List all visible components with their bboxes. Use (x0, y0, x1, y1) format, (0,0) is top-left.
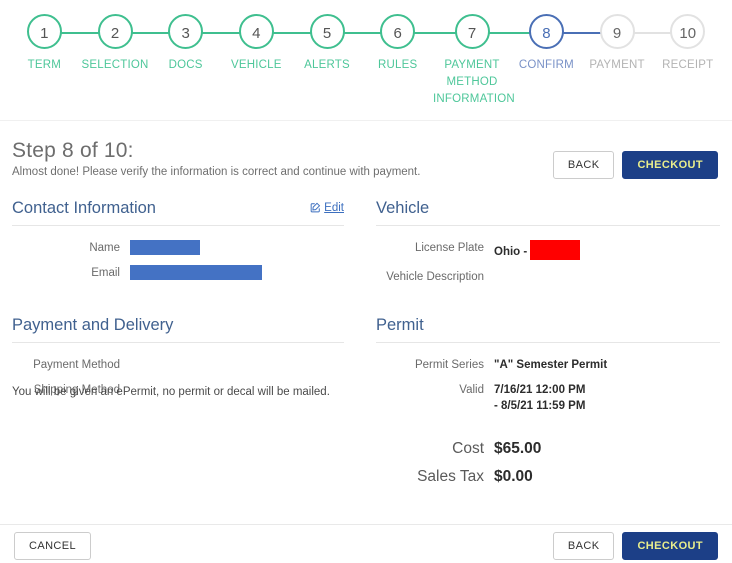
permit-valid-value: 7/16/21 12:00 PM - 8/5/21 11:59 PM (494, 384, 586, 412)
stepper-circle-3: 3 (168, 14, 204, 49)
stepper-step-8[interactable]: 8 CONFIRM (511, 14, 618, 108)
permit-section: Permit Permit Series "A" Semester Permit… (366, 316, 720, 493)
stepper-circle-7: 7 (454, 14, 490, 49)
stepper-step-5[interactable]: 5 ALERTS (292, 14, 398, 108)
header-back-button[interactable]: BACK (552, 151, 615, 179)
vehicle-section: Vehicle License Plate Ohio - Vehicle Des… (366, 199, 720, 294)
payment-delivery-section-header: Payment and Delivery (12, 316, 344, 343)
stepper-step-3[interactable]: 3 DOCS (150, 14, 257, 108)
footer-action-bar: CANCEL BACK CHECKOUT (0, 524, 732, 563)
stepper-circle-6: 6 (380, 14, 416, 49)
contact-email-value (130, 265, 262, 281)
stepper-label-5: ALERTS (304, 59, 350, 71)
page-header: Step 8 of 10: Almost done! Please verify… (0, 121, 732, 199)
license-plate-redaction-box (530, 240, 581, 260)
stepper-step-9[interactable]: 9 PAYMENT (582, 14, 688, 108)
email-redaction-box (130, 265, 262, 281)
permit-series-value: "A" Semester Permit (494, 359, 608, 371)
shipping-method-note: You will be given an ePermit, no permit … (12, 386, 330, 398)
stepper-step-1[interactable]: 1 TERM (9, 14, 115, 108)
summary-row-bottom: Payment and Delivery Payment Method Ship… (12, 316, 720, 493)
permit-sales-tax-row: Sales Tax $0.00 (376, 465, 720, 489)
payment-method-row: Payment Method (12, 357, 344, 373)
footer-right-actions: BACK CHECKOUT (552, 532, 718, 560)
permit-valid-row: Valid 7/16/21 12:00 PM - 8/5/21 11:59 PM (376, 382, 720, 414)
main-content: Contact Information Edit Name Email Vehi… (0, 199, 732, 493)
permit-series-label: Permit Series (414, 359, 484, 371)
stepper-step-2[interactable]: 2 SELECTION (80, 14, 186, 108)
header-actions: BACK CHECKOUT (552, 151, 718, 179)
edit-square-icon (310, 202, 321, 216)
stepper-circle-10: 10 (670, 14, 706, 49)
license-plate-label: License Plate (414, 242, 484, 254)
stepper-circle-4: 4 (238, 14, 274, 49)
stepper-label-9: PAYMENT (589, 59, 645, 71)
payment-delivery-section: Payment and Delivery Payment Method Ship… (12, 316, 366, 493)
license-plate-value: Ohio - (494, 240, 581, 260)
contact-name-row: Name (12, 240, 344, 256)
permit-valid-label: Valid (459, 384, 484, 396)
stepper-circle-9: 9 (599, 14, 635, 49)
permit-sales-tax-label: Sales Tax (417, 468, 484, 485)
stepper-step-10[interactable]: 10 RECEIPT (652, 14, 723, 108)
contact-information-section: Contact Information Edit Name Email (12, 199, 366, 294)
vehicle-section-header: Vehicle (376, 199, 720, 226)
contact-name-label: Name (89, 242, 120, 254)
header-checkout-button[interactable]: CHECKOUT (622, 151, 718, 179)
license-plate-row: License Plate Ohio - (376, 240, 720, 260)
stepper-label-7: PAYMENT METHOD INFORMATION (433, 59, 515, 105)
name-redaction-box (130, 240, 200, 256)
license-plate-state: Ohio - (494, 246, 528, 258)
payment-delivery-section-title: Payment and Delivery (12, 316, 174, 334)
vehicle-description-row: Vehicle Description (376, 269, 720, 285)
stepper-track: 1 TERM 2 SELECTION 3 DOCS 4 VEHICLE 5 ALERTS 6 RULE… (9, 14, 723, 108)
stepper-label-6: RULES (378, 59, 418, 71)
permit-series-row: Permit Series "A" Semester Permit (376, 357, 720, 373)
vehicle-section-title: Vehicle (376, 199, 430, 217)
vehicle-description-label: Vehicle Description (386, 271, 484, 283)
permit-cost-row: Cost $65.00 (376, 437, 720, 461)
stepper-label-1: TERM (27, 59, 62, 71)
footer-checkout-button[interactable]: CHECKOUT (622, 532, 718, 560)
permit-cost-label: Cost (452, 440, 484, 457)
stepper-circle-8: 8 (528, 14, 564, 49)
shipping-method-row: Shipping Method You will be given an ePe… (12, 382, 344, 398)
footer-cancel-button[interactable]: CANCEL (14, 532, 92, 560)
stepper-label-3: DOCS (168, 59, 203, 71)
contact-edit-label: Edit (324, 202, 344, 214)
stepper-label-10: RECEIPT (662, 59, 714, 71)
stepper-step-6[interactable]: 6 RULES (362, 14, 469, 108)
stepper-circle-2: 2 (97, 14, 133, 49)
stepper-label-4: VEHICLE (231, 59, 282, 71)
permit-section-header: Permit (376, 316, 720, 343)
contact-section-title: Contact Information (12, 199, 156, 217)
contact-edit-link[interactable]: Edit (310, 202, 344, 216)
contact-name-value (130, 240, 200, 256)
payment-method-label: Payment Method (33, 359, 120, 371)
permit-spacer (376, 423, 720, 437)
permit-sales-tax-value: $0.00 (494, 468, 533, 485)
stepper-label-8: CONFIRM (518, 59, 574, 71)
permit-cost-value: $65.00 (494, 440, 542, 457)
contact-section-header: Contact Information Edit (12, 199, 344, 226)
stepper-circle-1: 1 (26, 14, 62, 49)
stepper-circle-5: 5 (309, 14, 345, 49)
stepper-label-2: SELECTION (81, 59, 149, 71)
summary-row-top: Contact Information Edit Name Email Vehi… (12, 199, 720, 294)
permit-section-title: Permit (376, 316, 424, 334)
contact-email-row: Email (12, 265, 344, 281)
stepper-step-4[interactable]: 4 VEHICLE (221, 14, 328, 108)
contact-email-label: Email (91, 267, 120, 279)
progress-stepper: 1 TERM 2 SELECTION 3 DOCS 4 VEHICLE 5 ALERTS 6 RULE… (0, 0, 732, 121)
stepper-step-7[interactable]: 7 PAYMENT METHOD INFORMATION (433, 14, 551, 108)
footer-back-button[interactable]: BACK (552, 532, 615, 560)
